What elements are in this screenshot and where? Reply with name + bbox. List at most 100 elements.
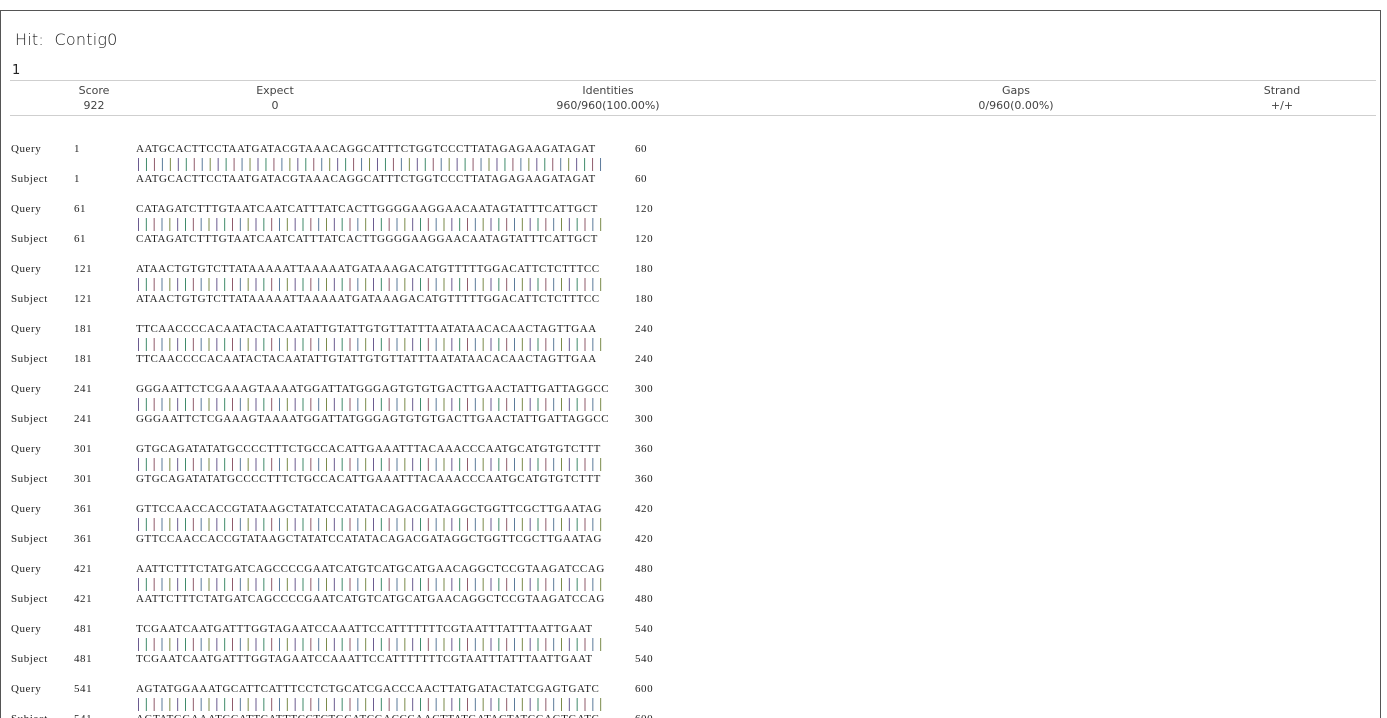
subject-row: Subject 541 AGTATGGAAATGCATTCATTTCCTCTGCAT… (11, 713, 711, 718)
subject-row: Subject 361 GTTCCAACCACCGTATAAGCTATATCCATA… (11, 533, 711, 547)
subject-end: 600 (635, 713, 653, 718)
query-label: Query (11, 623, 42, 635)
subject-sequence: GGGAATTCTCGAAAGTAAAATGGATTATGGGAGTGTGTGA… (136, 413, 610, 425)
alignment-block: Query 1 AATGCACTTCCTAATGATACGTAAACAGGCATTT… (11, 133, 711, 193)
subject-end: 420 (635, 533, 654, 545)
alignment-block: Query 421 AATTCTTTCTATGATCAGCCCCGAATCATGTC… (11, 553, 711, 613)
query-label: Query (11, 503, 42, 515)
query-label: Query (11, 263, 42, 275)
subject-label: Subject (11, 293, 48, 305)
subject-sequence: CATAGATCTTTGTAATCAATCATTTATCACTTGGGGAAGG… (136, 233, 598, 245)
alignment-block: Query 181 TTCAACCCCACAATACTACAATATTGTATTGT… (11, 313, 711, 373)
alignment-block: Query 121 ATAACTGTGTCTTATAAAAATTAAAAATGATA… (11, 253, 711, 313)
query-end: 600 (635, 683, 654, 695)
query-end: 360 (635, 443, 654, 455)
strand-stat: Strand +/+ (1242, 81, 1322, 113)
query-end: 480 (635, 563, 654, 575)
query-start: 1 (74, 143, 81, 155)
query-row: Query 61 CATAGATCTTTGTAATCAATCATTTATCACTTG… (11, 203, 711, 217)
match-row (11, 217, 711, 232)
subject-end: 180 (635, 293, 654, 305)
alignment-block: Query 481 TCGAATCAATGATTTGGTAGAATCCAAATTCC… (11, 613, 711, 673)
match-row (11, 337, 711, 352)
subject-sequence: TTCAACCCCACAATACTACAATATTGTATTGTGTTATTTA… (136, 353, 597, 365)
subject-end: 60 (635, 173, 648, 185)
query-sequence: AGTATGGAAATGCATTCATTTCCTCTGCATCGACCCAACT… (136, 683, 600, 695)
hsp-stats-table: Score 922 Expect 0 Identities 960/960(10… (10, 80, 1376, 116)
subject-label: Subject (11, 653, 48, 665)
subject-row: Subject 121 ATAACTGTGTCTTATAAAAATTAAAAATGA… (11, 293, 711, 307)
query-row: Query 421 AATTCTTTCTATGATCAGCCCCGAATCATGTC… (11, 563, 711, 577)
match-bars (138, 158, 602, 171)
subject-sequence: GTGCAGATATATGCCCCTTTCTGCCACATTGAAATTTACA… (136, 473, 601, 485)
subject-start: 361 (74, 533, 93, 545)
hit-name: Contig0 (54, 30, 118, 49)
subject-start: 301 (74, 473, 93, 485)
subject-start: 421 (74, 593, 93, 605)
expect-label: Expect (256, 84, 294, 97)
subject-start: 1 (74, 173, 81, 185)
match-bars (138, 698, 602, 711)
subject-end: 480 (635, 593, 654, 605)
alignment-block: Query 361 GTTCCAACCACCGTATAAGCTATATCCATATA… (11, 493, 711, 553)
query-sequence: GTGCAGATATATGCCCCTTTCTGCCACATTGAAATTTACA… (136, 443, 601, 455)
query-sequence: ATAACTGTGTCTTATAAAAATTAAAAATGATAAAGACATG… (136, 263, 600, 275)
gaps-label: Gaps (1002, 84, 1030, 97)
query-row: Query 241 GGGAATTCTCGAAAGTAAAATGGATTATGGGA… (11, 383, 711, 397)
query-sequence: AATGCACTTCCTAATGATACGTAAACAGGCATTTCTGGTC… (136, 143, 596, 155)
match-bars (138, 638, 602, 651)
subject-row: Subject 1 AATGCACTTCCTAATGATACGTAAACAGGCAT… (11, 173, 711, 187)
subject-start: 61 (74, 233, 87, 245)
alignment-block: Query 241 GGGAATTCTCGAAAGTAAAATGGATTATGGGA… (11, 373, 711, 433)
alignment-block: Query 541 AGTATGGAAATGCATTCATTTCCTCTGCATCG… (11, 673, 711, 718)
subject-end: 240 (635, 353, 654, 365)
query-sequence: TCGAATCAATGATTTGGTAGAATCCAAATTCCATTTTTTT… (136, 623, 593, 635)
subject-label: Subject (11, 413, 48, 425)
subject-label: Subject (11, 353, 48, 365)
identities-value: 960/960(100.00%) (556, 99, 660, 112)
strand-label: Strand (1263, 84, 1301, 97)
subject-end: 300 (635, 413, 654, 425)
expect-value: 0 (271, 99, 279, 112)
query-start: 301 (74, 443, 93, 455)
query-label: Query (11, 443, 42, 455)
match-row (11, 637, 711, 652)
query-label: Query (11, 143, 42, 155)
subject-start: 121 (74, 293, 93, 305)
subject-sequence: ATAACTGTGTCTTATAAAAATTAAAAATGATAAAGACATG… (136, 293, 600, 305)
query-end: 180 (635, 263, 654, 275)
subject-sequence: AGTATGGAAATGCATTCATTTCCTCTGCATCGACCCAACT… (136, 713, 599, 718)
match-row (11, 157, 711, 172)
subject-row: Subject 481 TCGAATCAATGATTTGGTAGAATCCAAATT… (11, 653, 711, 667)
query-label: Query (11, 203, 42, 215)
hsp-index: 1 (12, 63, 21, 78)
blast-hit-panel: Hit: Contig0 1 Score 922 Expect 0 Identi… (0, 10, 1381, 718)
query-end: 60 (635, 143, 648, 155)
subject-end: 540 (635, 653, 654, 665)
subject-label: Subject (11, 173, 48, 185)
alignment-block: Query 61 CATAGATCTTTGTAATCAATCATTTATCACTTG… (11, 193, 711, 253)
subject-row: Subject 421 AATTCTTTCTATGATCAGCCCCGAATCATG… (11, 593, 711, 607)
query-sequence: AATTCTTTCTATGATCAGCCCCGAATCATGTCATGCATGA… (136, 563, 605, 575)
match-bars (138, 218, 602, 231)
match-row (11, 577, 711, 592)
query-row: Query 481 TCGAATCAATGATTTGGTAGAATCCAAATTCC… (11, 623, 711, 637)
query-label: Query (11, 563, 42, 575)
query-start: 241 (74, 383, 93, 395)
match-row (11, 697, 711, 712)
subject-label: Subject (11, 713, 67, 718)
subject-row: Subject 61 CATAGATCTTTGTAATCAATCATTTATCACT… (11, 233, 711, 247)
match-bars (138, 458, 602, 471)
query-sequence: TTCAACCCCACAATACTACAATATTGTATTGTGTTATTTA… (136, 323, 597, 335)
identities-stat: Identities 960/960(100.00%) (528, 81, 688, 113)
subject-row: Subject 241 GGGAATTCTCGAAAGTAAAATGGATTATGG… (11, 413, 711, 427)
subject-label: Subject (11, 533, 48, 545)
query-start: 121 (74, 263, 93, 275)
subject-sequence: GTTCCAACCACCGTATAAGCTATATCCATATACAGACGAT… (136, 533, 602, 545)
query-row: Query 361 GTTCCAACCACCGTATAAGCTATATCCATATA… (11, 503, 711, 517)
hit-label: Hit: (15, 30, 44, 49)
query-row: Query 541 AGTATGGAAATGCATTCATTTCCTCTGCATCG… (11, 683, 711, 697)
query-end: 420 (635, 503, 654, 515)
subject-sequence: AATGCACTTCCTAATGATACGTAAACAGGCATTTCTGGTC… (136, 173, 596, 185)
score-stat: Score 922 (54, 81, 134, 113)
